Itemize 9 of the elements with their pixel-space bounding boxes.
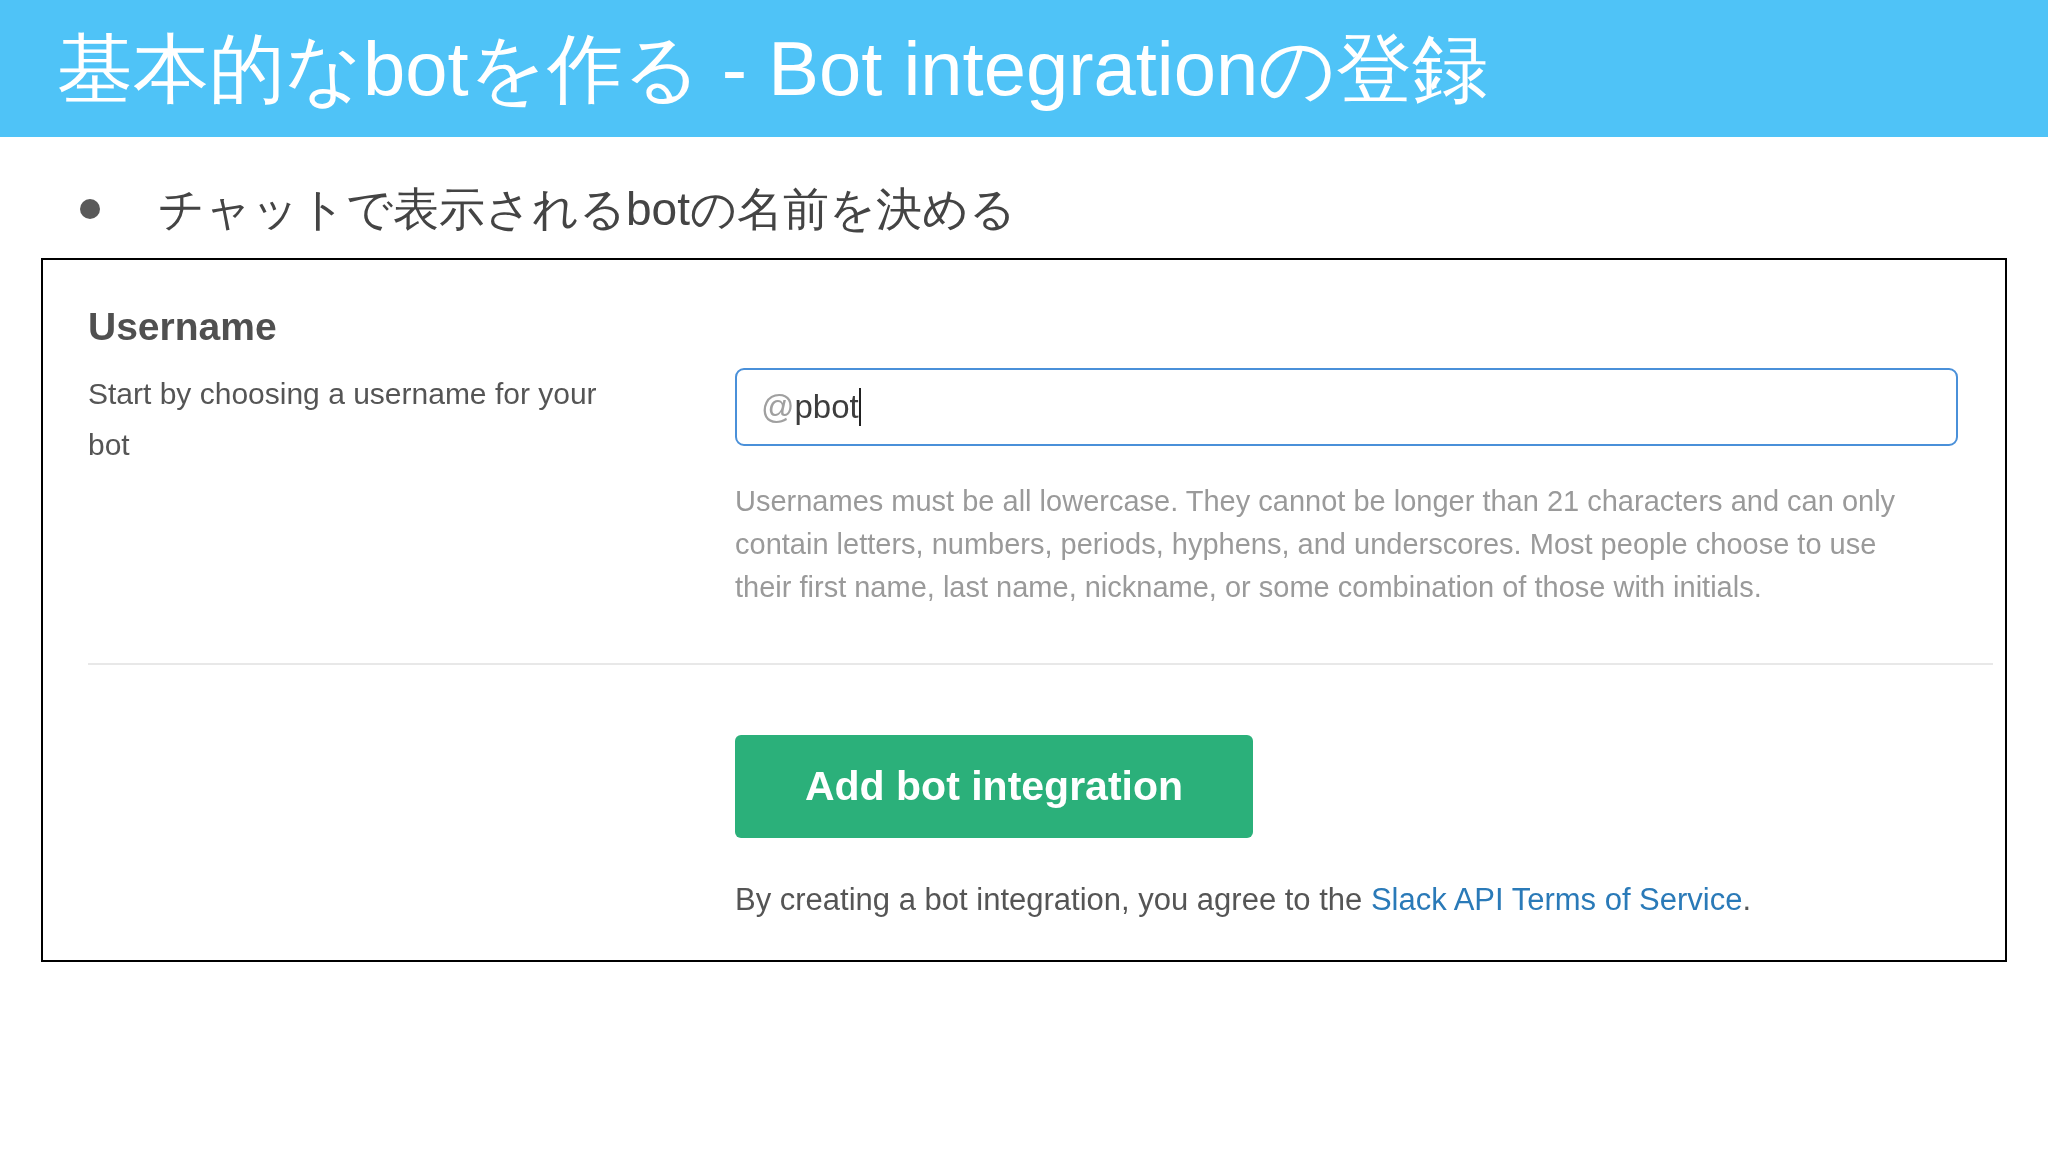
add-bot-integration-button[interactable]: Add bot integration	[735, 735, 1253, 838]
terms-link[interactable]: Slack API Terms of Service	[1370, 882, 1743, 917]
bullet-text: チャットで表示されるbotの名前を決める	[158, 186, 1016, 232]
username-heading: Username	[88, 304, 277, 350]
username-input[interactable]: @pbot	[735, 368, 1958, 446]
username-help-text: Usernames must be all lowercase. They cannot be longer than 21 characters and can only contain letters, numbers, periods, hyphens, and underscores. Most people choose to use their first name, last name, nickname, or some combination of those with initials.	[735, 484, 1897, 605]
terms-text: By creating a bot integration, you agree to the Slack API Terms of Service.	[735, 881, 1752, 919]
text-cursor	[858, 388, 861, 426]
username-description: Start by choosing a username for your bot	[88, 376, 598, 463]
